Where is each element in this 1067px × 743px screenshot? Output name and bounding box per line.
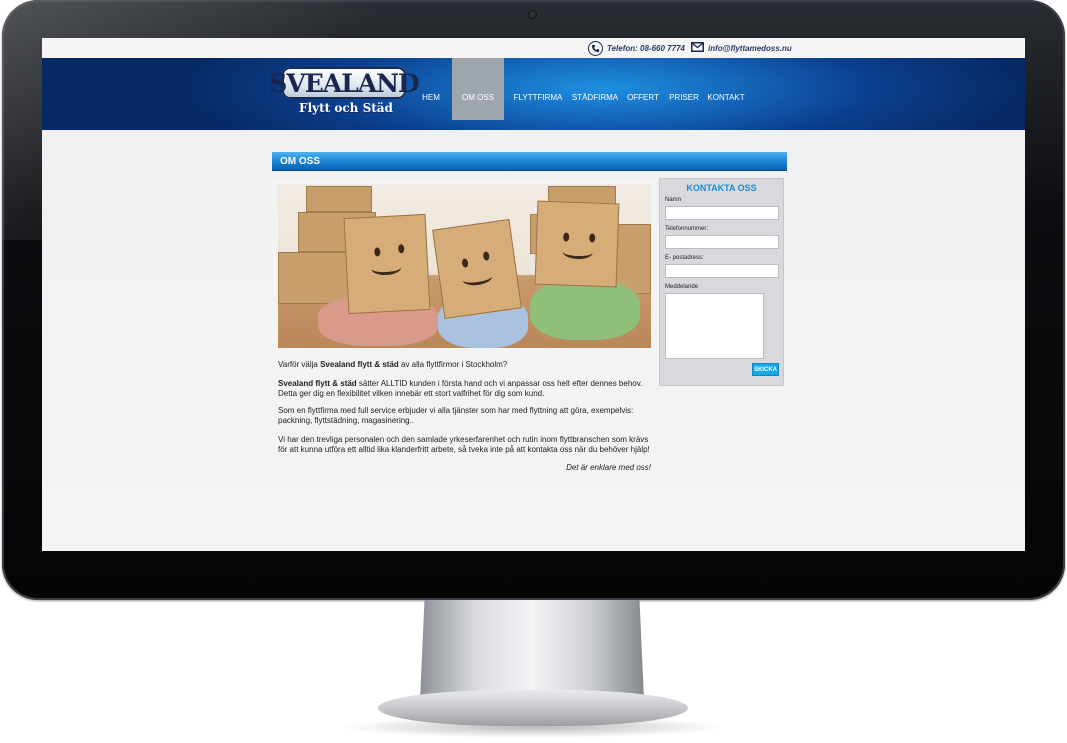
intro-company-name: Svealand flytt & städ bbox=[320, 360, 399, 369]
contact-form-title: KONTAKTA OSS bbox=[686, 183, 757, 193]
hero-image bbox=[278, 184, 651, 348]
email-contact[interactable]: info@flyttamedoss.nu bbox=[691, 41, 792, 55]
nav-item-flyttfirma[interactable]: FLYTTFIRMA bbox=[512, 58, 564, 120]
smiley-box-head bbox=[343, 213, 431, 315]
name-label: Namn bbox=[665, 197, 682, 203]
person-body bbox=[530, 280, 640, 340]
site-header: SVEALAND Flytt och Städ HEM OM OSS FLYTT… bbox=[42, 58, 1025, 130]
mail-icon bbox=[691, 39, 704, 57]
monitor-stand-base bbox=[378, 690, 688, 726]
phone-contact[interactable]: Telefon: 08-660 7774 bbox=[588, 40, 685, 56]
nav-item-hem[interactable]: HEM bbox=[416, 58, 446, 120]
message-label: Meddelande bbox=[665, 284, 699, 290]
smiley-box-head bbox=[534, 200, 620, 288]
nav-item-kontakt[interactable]: KONTAKT bbox=[707, 58, 745, 120]
monitor-stand bbox=[420, 600, 644, 700]
name-field[interactable] bbox=[665, 206, 779, 220]
paragraph-full-service: Som en flyttfirma med full service erbju… bbox=[278, 406, 634, 425]
email-label: E- postadress: bbox=[665, 255, 704, 261]
page-title-bar: OM OSS bbox=[272, 152, 787, 171]
website-screen: Telefon: 08-660 7774 info@flyttamedoss.n… bbox=[42, 38, 1025, 551]
intro-pre-text: Varför välja bbox=[278, 360, 321, 369]
nav-item-stadfirma[interactable]: STÄDFIRMA bbox=[571, 58, 619, 120]
background-box bbox=[306, 186, 372, 212]
phone-label: Telefonnummer: bbox=[665, 226, 709, 232]
phone-field[interactable] bbox=[665, 235, 779, 249]
nav-item-priser[interactable]: PRISER bbox=[667, 58, 701, 120]
email-field[interactable] bbox=[665, 264, 779, 278]
main-content: Varför välja Svealand flytt & städ av al… bbox=[272, 178, 657, 478]
nav-item-offert[interactable]: OFFERT bbox=[625, 58, 661, 120]
paragraph-staff: Vi har den trevliga personalen och den s… bbox=[278, 435, 650, 454]
p1-company-name: Svealand flytt & städ bbox=[278, 379, 357, 388]
tagline-signoff: Det är enklare med oss! bbox=[566, 463, 651, 472]
contact-form: KONTAKTA OSS Namn Telefonnummer: E- post… bbox=[659, 178, 784, 386]
webcam bbox=[529, 11, 536, 18]
submit-button[interactable]: SKICKA bbox=[752, 363, 779, 376]
intro-post-text: av alla flyttfirmor i Stockholm? bbox=[398, 360, 508, 369]
paragraph-customer-first: Svealand flytt & städ sätter ALLTID kund… bbox=[278, 379, 653, 399]
phone-icon bbox=[588, 40, 603, 56]
smiley-box-head bbox=[432, 219, 522, 319]
phone-number: Telefon: 08-660 7774 bbox=[607, 43, 685, 53]
page-title: OM OSS bbox=[280, 156, 321, 167]
message-textarea[interactable] bbox=[665, 293, 764, 359]
main-nav: HEM OM OSS FLYTTFIRMA STÄDFIRMA OFFERT P… bbox=[42, 58, 1025, 130]
intro-question: Varför välja Svealand flytt & städ av al… bbox=[278, 360, 653, 370]
nav-item-om-oss[interactable]: OM OSS bbox=[452, 58, 504, 120]
top-contact-bar: Telefon: 08-660 7774 info@flyttamedoss.n… bbox=[42, 38, 1025, 58]
email-address: info@flyttamedoss.nu bbox=[708, 43, 792, 53]
